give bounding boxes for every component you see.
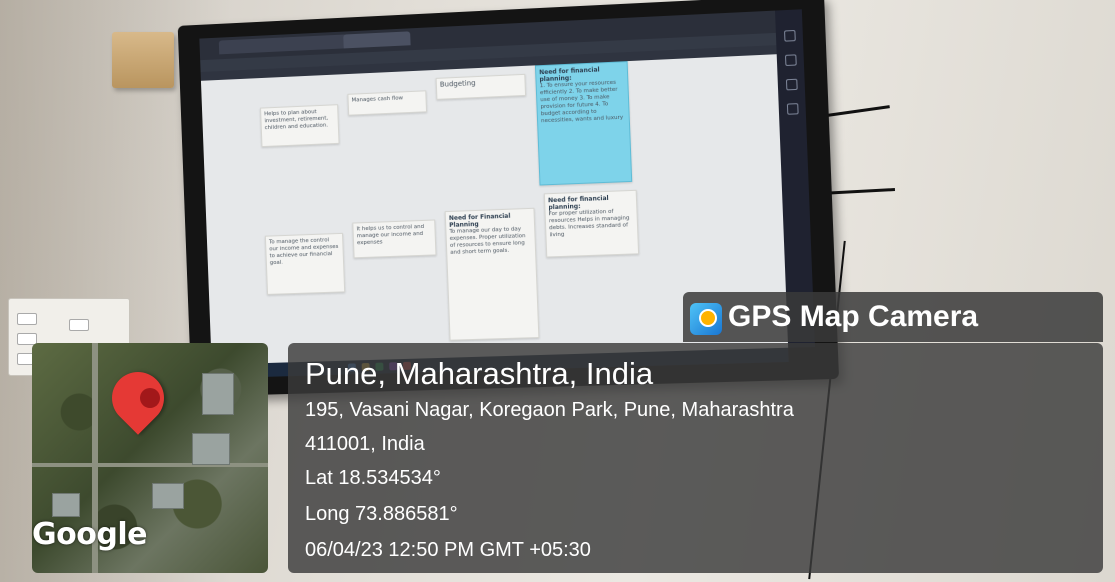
datetime: 06/04/23 12:50 PM GMT +05:30 bbox=[305, 539, 591, 561]
sidebar-icon[interactable] bbox=[785, 78, 798, 91]
switch bbox=[69, 319, 89, 331]
address-line-1: 195, Vasani Nagar, Koregaon Park, Pune, … bbox=[305, 399, 794, 421]
map-attribution: Google bbox=[32, 517, 147, 552]
browser-tab[interactable] bbox=[218, 37, 286, 55]
app-title: GPS Map Camera bbox=[728, 300, 979, 333]
sidebar-icon[interactable] bbox=[784, 29, 796, 42]
browser-tab[interactable] bbox=[343, 31, 411, 49]
browser-tab[interactable] bbox=[280, 34, 348, 52]
note-card[interactable]: Need for financial planning: For proper … bbox=[543, 189, 640, 258]
note-text: For proper utilization of resources Help… bbox=[548, 208, 630, 239]
latitude: Lat 18.534534° bbox=[305, 467, 441, 489]
note-card[interactable]: Manages cash flow bbox=[347, 90, 428, 116]
address-line-2: 411001, India bbox=[305, 433, 425, 455]
map-pin-dot bbox=[140, 388, 160, 408]
map-building bbox=[52, 493, 80, 517]
wall-speaker bbox=[112, 32, 174, 88]
note-text: To manage our day to day expenses. Prope… bbox=[449, 226, 526, 256]
note-card[interactable]: Helps to plan about investment, retireme… bbox=[260, 104, 340, 148]
note-text: 1. To ensure your resources efficiently … bbox=[539, 79, 624, 125]
note-card[interactable]: Need for Financial Planning To manage ou… bbox=[444, 207, 540, 341]
note-text: It helps us to control and manage our in… bbox=[356, 223, 425, 247]
note-text: Manages cash flow bbox=[351, 95, 404, 104]
map-building bbox=[152, 483, 184, 509]
map-building bbox=[202, 373, 234, 415]
location-title: Pune, Maharashtra, India bbox=[305, 356, 654, 391]
note-card[interactable]: It helps us to control and manage our in… bbox=[352, 219, 437, 259]
map-road bbox=[32, 463, 268, 467]
map-building bbox=[192, 433, 230, 465]
note-text: To manage the control our income and exp… bbox=[268, 237, 339, 267]
gps-map-camera-icon bbox=[690, 303, 722, 335]
longitude: Long 73.886581° bbox=[305, 503, 458, 525]
note-card[interactable]: To manage the control our income and exp… bbox=[264, 232, 346, 295]
switch bbox=[17, 313, 37, 325]
sidebar-icon[interactable] bbox=[784, 54, 797, 67]
note-card[interactable]: Budgeting bbox=[435, 73, 527, 100]
note-card-highlighted[interactable]: Need for financial planning: 1. To ensur… bbox=[534, 61, 633, 186]
sidebar-icon[interactable] bbox=[786, 103, 799, 115]
note-text: Budgeting bbox=[439, 79, 476, 89]
note-text: Helps to plan about investment, retireme… bbox=[264, 109, 329, 132]
